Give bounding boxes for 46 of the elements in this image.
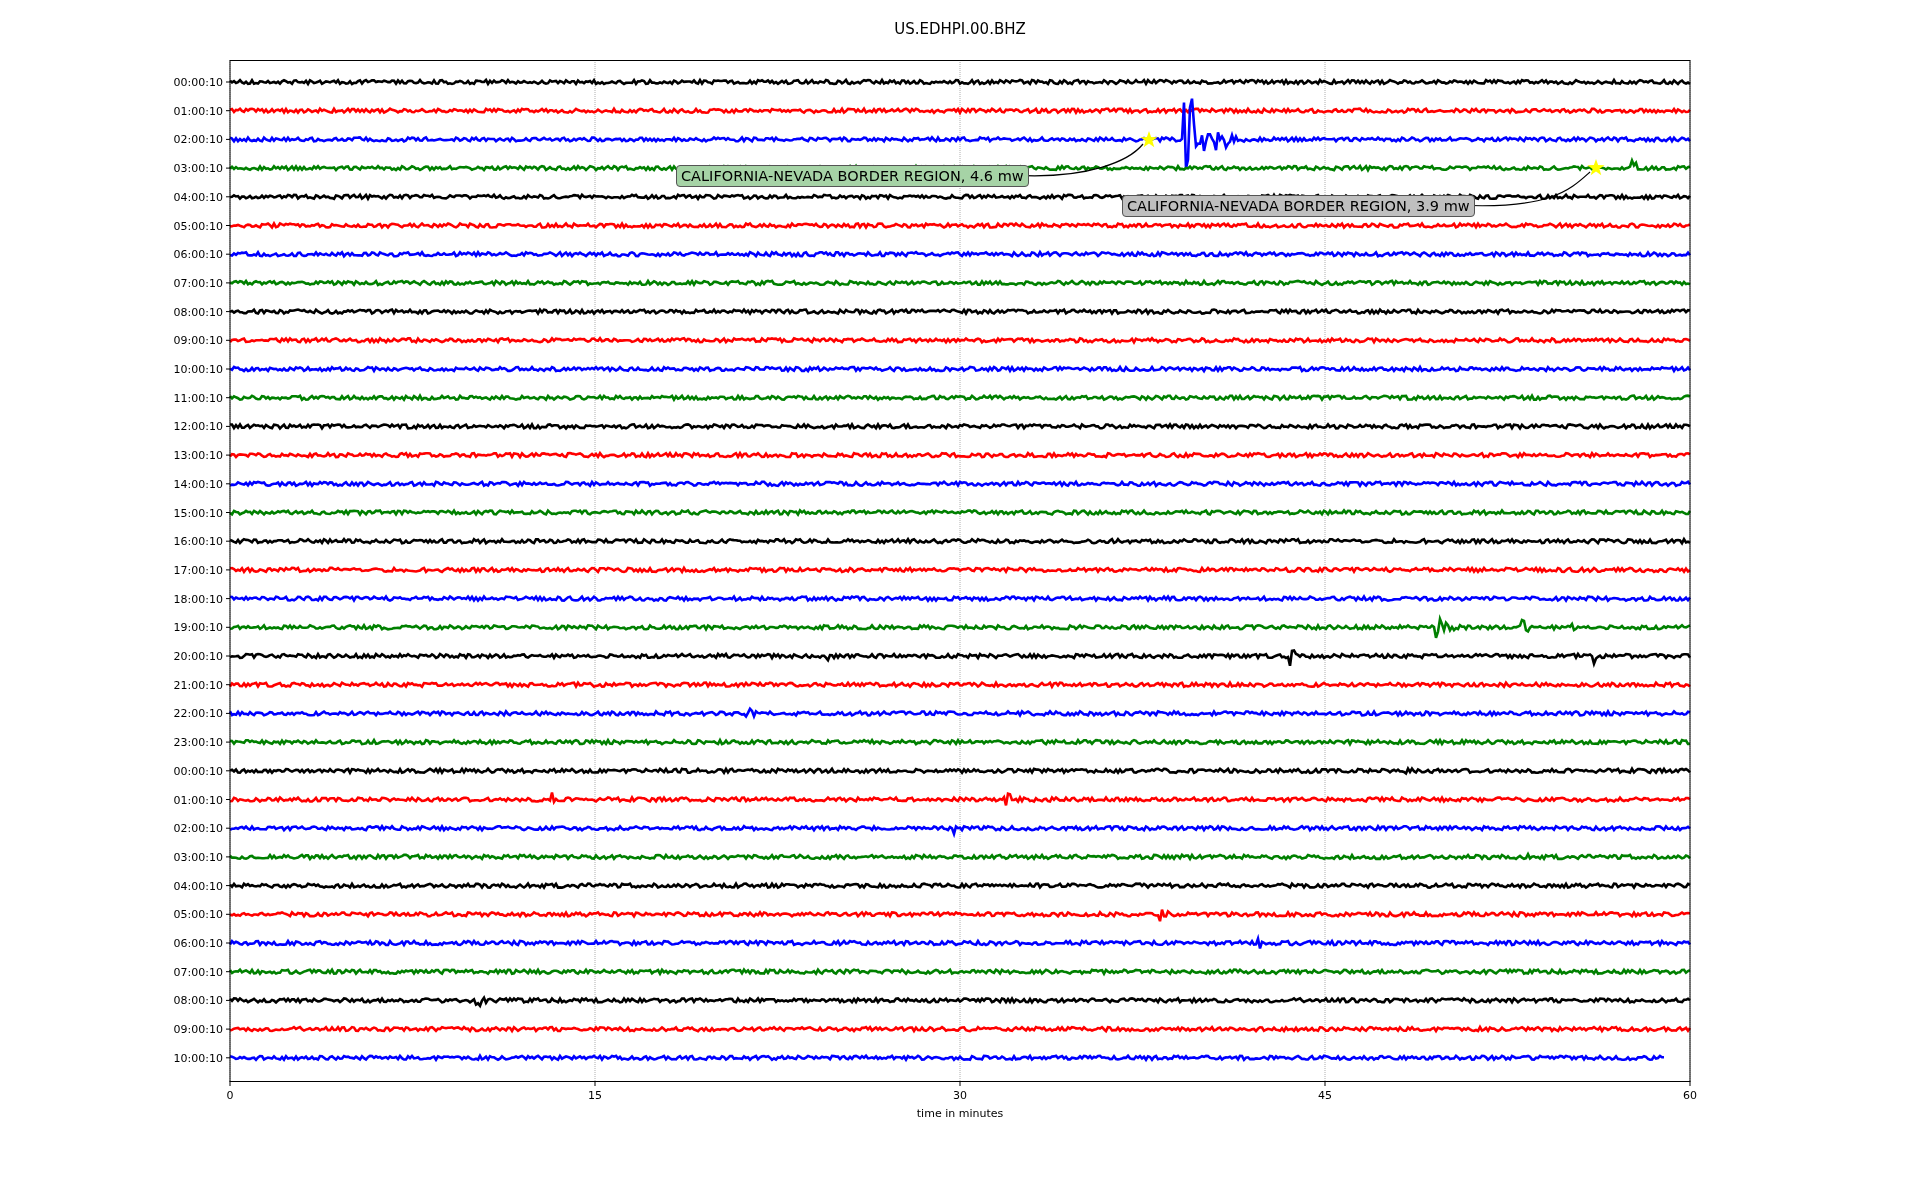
tick-label: 0: [226, 1089, 234, 1102]
time-label: 11:00:10: [173, 391, 223, 405]
event-label: CALIFORNIA-NEVADA BORDER REGION, 3.9 mw: [1122, 195, 1475, 217]
time-label: 22:00:10: [173, 707, 223, 721]
time-label: 23:00:10: [173, 736, 223, 750]
time-label: 17:00:10: [173, 563, 223, 577]
time-label: 00:00:10: [173, 76, 223, 89]
time-label: 05:00:10: [173, 219, 223, 233]
time-label: 09:00:10: [173, 334, 223, 348]
tick-label: 30: [953, 1089, 967, 1102]
time-label: 08:00:10: [173, 305, 223, 319]
time-label: 06:00:10: [173, 248, 223, 262]
tick-label: 15: [588, 1089, 602, 1102]
tick-label: 45: [1318, 1089, 1332, 1102]
time-label: 18:00:10: [173, 592, 223, 606]
time-label: 10:00:10: [173, 1051, 223, 1065]
time-label: 01:00:10: [173, 793, 223, 807]
time-label: 02:00:10: [173, 133, 223, 147]
time-label: 03:00:10: [173, 162, 223, 176]
time-label: 14:00:10: [173, 477, 223, 491]
tick-label: 60: [1683, 1089, 1697, 1102]
time-label: 07:00:10: [173, 965, 223, 979]
event-label: CALIFORNIA-NEVADA BORDER REGION, 4.6 mw: [676, 165, 1029, 187]
time-label: 21:00:10: [173, 678, 223, 692]
time-label: 00:00:10: [173, 764, 223, 778]
time-label: 08:00:10: [173, 994, 223, 1008]
time-label: 07:00:10: [173, 276, 223, 290]
star-marker: [1587, 159, 1605, 176]
time-label: 15:00:10: [173, 506, 223, 520]
time-label: 13:00:10: [173, 449, 223, 463]
chart-title: US.EDHPI.00.BHZ: [894, 20, 1026, 38]
time-label: 12:00:10: [173, 420, 223, 434]
axis-label: time in minutes: [916, 1107, 1004, 1120]
star-marker: [1140, 131, 1158, 148]
time-label: 20:00:10: [173, 650, 223, 663]
time-label: 10:00:10: [173, 363, 223, 376]
time-label: 09:00:10: [173, 1023, 223, 1037]
time-label: 02:00:10: [173, 822, 223, 836]
time-label: 16:00:10: [173, 535, 223, 549]
time-label: 04:00:10: [173, 190, 223, 204]
time-label: 05:00:10: [173, 908, 223, 922]
time-label: 06:00:10: [173, 937, 223, 950]
time-label: 03:00:10: [173, 850, 223, 864]
time-label: 04:00:10: [173, 879, 223, 893]
time-label: 01:00:10: [173, 104, 223, 118]
time-label: 19:00:10: [173, 621, 223, 635]
